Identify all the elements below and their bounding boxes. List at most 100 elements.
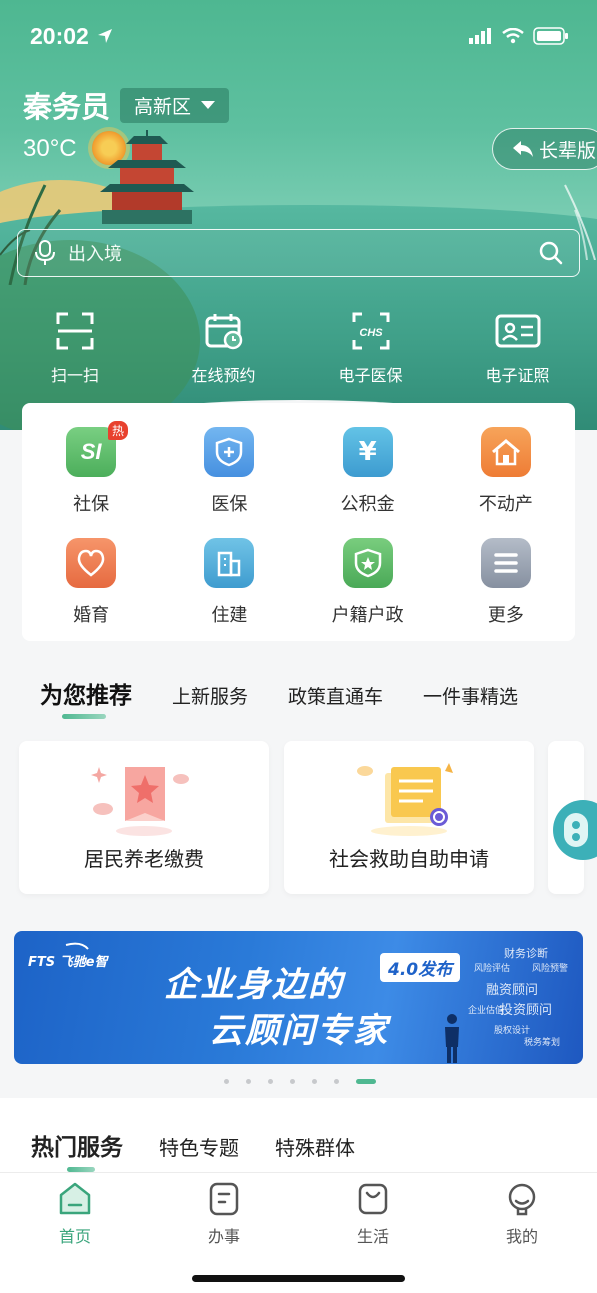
bag-icon bbox=[358, 1183, 388, 1215]
signal-icon bbox=[469, 28, 491, 44]
nav-label: 办事 bbox=[207, 1227, 240, 1246]
banner-tag: 融资顾问 bbox=[486, 983, 539, 998]
banner-brand-prefix: FTS bbox=[28, 955, 56, 970]
businessman-silhouette bbox=[445, 1014, 459, 1063]
pension-ribbon-illustration bbox=[91, 767, 189, 836]
document-icon bbox=[209, 1182, 239, 1216]
carousel-dot[interactable] bbox=[290, 1079, 295, 1084]
service-label: 不动产 bbox=[478, 494, 533, 515]
quick-action-appointment[interactable]: 在线预约 bbox=[150, 312, 297, 386]
carousel-dot[interactable] bbox=[268, 1079, 273, 1084]
tab-featured-topics[interactable]: 特色专题 bbox=[159, 1132, 239, 1161]
back-arrow-icon bbox=[513, 141, 533, 157]
carousel-dot[interactable] bbox=[224, 1079, 229, 1084]
service-medical-insurance[interactable]: 医保 bbox=[160, 427, 298, 516]
banner-headline-1: 企业身边的 bbox=[164, 965, 344, 1005]
more-list-icon bbox=[480, 538, 531, 588]
user-name: 秦务员 bbox=[23, 90, 111, 124]
banner-tag: 风险评估 bbox=[474, 964, 511, 974]
tab-policy-express[interactable]: 政策直通车 bbox=[288, 682, 383, 709]
location-arrow-icon bbox=[97, 29, 112, 43]
nav-label: 生活 bbox=[356, 1227, 389, 1246]
service-more[interactable]: 更多 bbox=[437, 538, 575, 627]
nav-label: 首页 bbox=[58, 1227, 91, 1246]
recommend-card-pension[interactable]: 居民养老缴费 bbox=[19, 741, 269, 894]
banner-word-cloud: 财务诊断 风险评估 融资顾问 投资顾问 企业估值 风险预警 股权设计 税务筹划 bbox=[464, 931, 583, 1064]
carousel-indicator bbox=[224, 1079, 376, 1084]
nav-home[interactable]: 首页 bbox=[25, 1181, 125, 1247]
nav-mine[interactable]: 我的 bbox=[472, 1181, 572, 1247]
service-label: 社保 bbox=[73, 494, 110, 515]
search-bar[interactable]: 出入境 bbox=[17, 229, 580, 277]
carousel-dot-active[interactable] bbox=[356, 1079, 376, 1084]
svg-text:CHS: CHS bbox=[359, 327, 383, 339]
calendar-clock-icon bbox=[205, 314, 242, 350]
banner-tag: 投资顾问 bbox=[500, 1003, 553, 1018]
id-card-icon bbox=[495, 314, 540, 348]
chs-card-icon: CHS bbox=[352, 312, 389, 350]
recommend-card-title: 社会救助自助申请 bbox=[329, 847, 489, 871]
banner-tag: 企业估值 bbox=[468, 1006, 505, 1016]
tab-for-you[interactable]: 为您推荐 bbox=[40, 676, 132, 719]
service-label: 更多 bbox=[487, 605, 524, 626]
nav-life[interactable]: 生活 bbox=[323, 1181, 423, 1247]
service-grid-card: SI 热 社保 医保 ¥ 公积金 不动产 婚育 住建 户籍户政 更多 bbox=[22, 403, 575, 641]
tab-one-thing[interactable]: 一件事精选 bbox=[423, 682, 518, 709]
dropdown-caret-icon bbox=[201, 101, 216, 109]
district-label: 高新区 bbox=[134, 95, 192, 118]
tab-hot-services[interactable]: 热门服务 bbox=[31, 1128, 123, 1172]
recommend-tabs: 为您推荐 上新服务 政策直通车 一件事精选 bbox=[40, 676, 518, 719]
tab-special-groups[interactable]: 特殊群体 bbox=[275, 1132, 355, 1161]
scan-icon bbox=[56, 312, 94, 350]
user-info: 秦务员 高新区 bbox=[23, 84, 230, 126]
search-icon[interactable] bbox=[539, 241, 563, 265]
recommend-card-title: 居民养老缴费 bbox=[84, 847, 204, 871]
banner-brand-name: 飞驰e智 bbox=[59, 955, 108, 970]
service-marriage-birth[interactable]: 婚育 bbox=[22, 538, 160, 627]
quick-action-scan[interactable]: 扫一扫 bbox=[0, 312, 150, 386]
service-social-security[interactable]: SI 热 社保 bbox=[22, 421, 160, 516]
bell-tower-illustration bbox=[100, 130, 194, 224]
temperature: 30°C bbox=[23, 135, 77, 162]
service-label: 住建 bbox=[211, 605, 248, 626]
carousel-dot[interactable] bbox=[246, 1079, 251, 1084]
home-icon bbox=[59, 1182, 91, 1215]
district-selector[interactable]: 高新区 bbox=[120, 87, 230, 123]
heart-icon bbox=[66, 538, 117, 588]
service-household-registry[interactable]: 户籍户政 bbox=[299, 538, 437, 627]
promo-banner[interactable]: FTS 飞驰e智 企业身边的 4.0发布 云顾问专家 财务诊断 风险评估 融资顾… bbox=[14, 931, 583, 1064]
banner-tag: 风险预警 bbox=[532, 964, 569, 974]
carousel-dot[interactable] bbox=[334, 1079, 339, 1084]
banner-version-badge: 4.0发布 bbox=[380, 953, 461, 982]
banner-tag: 税务筹划 bbox=[524, 1038, 561, 1048]
house-icon bbox=[480, 427, 531, 477]
quick-actions: 扫一扫 在线预约 CHS 电子医保 电子证照 bbox=[0, 312, 597, 386]
nav-services[interactable]: 办事 bbox=[174, 1181, 274, 1247]
police-badge-icon bbox=[342, 538, 393, 588]
service-housing-fund[interactable]: ¥ 公积金 bbox=[299, 427, 437, 516]
recommend-card-social-aid[interactable]: 社会救助自助申请 bbox=[284, 741, 534, 894]
wifi-icon bbox=[502, 28, 524, 44]
quick-action-e-license[interactable]: 电子证照 bbox=[444, 312, 591, 386]
service-label: 户籍户政 bbox=[331, 605, 404, 626]
quick-action-label: 扫一扫 bbox=[50, 366, 99, 385]
service-construction[interactable]: 住建 bbox=[160, 538, 298, 627]
search-input[interactable]: 出入境 bbox=[68, 240, 122, 266]
tab-new-services[interactable]: 上新服务 bbox=[172, 682, 248, 709]
carousel-dot[interactable] bbox=[312, 1079, 317, 1084]
battery-icon bbox=[533, 27, 568, 45]
hot-services-tabs: 热门服务 特色专题 特殊群体 bbox=[31, 1128, 391, 1172]
banner-brand: FTS 飞驰e智 bbox=[28, 951, 107, 970]
quick-action-medical-card[interactable]: CHS 电子医保 bbox=[297, 312, 444, 386]
hot-badge: 热 bbox=[108, 421, 129, 440]
banner-tag: 财务诊断 bbox=[504, 947, 548, 960]
profile-icon bbox=[508, 1183, 536, 1216]
elder-mode-label: 长辈版 bbox=[539, 139, 597, 162]
elder-mode-button[interactable]: 长辈版 bbox=[492, 128, 597, 170]
service-label: 公积金 bbox=[340, 494, 395, 515]
status-bar: 20:02 bbox=[30, 20, 569, 52]
building-icon bbox=[204, 538, 255, 588]
microphone-icon[interactable] bbox=[34, 240, 56, 266]
service-real-estate[interactable]: 不动产 bbox=[437, 427, 575, 516]
status-time: 20:02 bbox=[30, 22, 89, 49]
